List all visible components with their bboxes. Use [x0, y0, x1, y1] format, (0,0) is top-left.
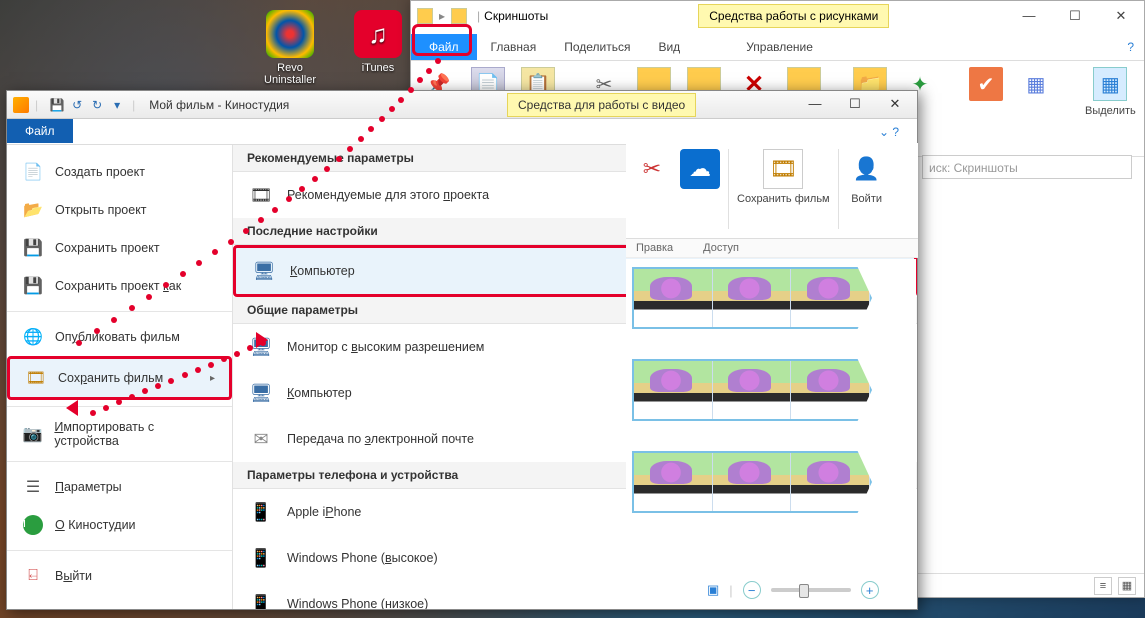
- timeline-clip[interactable]: [632, 451, 872, 513]
- tab-share[interactable]: Поделиться: [550, 34, 644, 60]
- tab-home[interactable]: Главная: [477, 34, 551, 60]
- menu-exit[interactable]: ⍇ Выйти: [7, 557, 232, 595]
- ribbon-label: Сохранить фильм: [737, 193, 830, 205]
- close-button[interactable]: ✕: [1098, 1, 1144, 31]
- maximize-button[interactable]: ☐: [1052, 1, 1098, 31]
- menu-options[interactable]: ☰ Параметры: [7, 468, 232, 506]
- globe-icon: 🌐: [21, 325, 45, 349]
- zoom-in-button[interactable]: +: [861, 581, 879, 599]
- explorer-title: Скриншоты: [484, 9, 548, 23]
- menu-save-project-as[interactable]: 💾 Сохранить проект как: [7, 267, 232, 305]
- help-icon[interactable]: ?: [1117, 34, 1144, 60]
- timeline-clip[interactable]: [632, 359, 872, 421]
- item-label: Рекомендуемые для этого проекта: [287, 188, 489, 202]
- item-label: Компьютер: [287, 386, 352, 400]
- document-icon: 📄: [21, 160, 45, 184]
- menu-label: Сохранить проект: [55, 241, 160, 255]
- ribbon-tools[interactable]: ✂: [632, 149, 672, 232]
- minimize-button[interactable]: —: [1006, 1, 1052, 31]
- menu-save-project[interactable]: 💾 Сохранить проект: [7, 229, 232, 267]
- window-title: Мой фильм - Киностудия: [149, 98, 289, 112]
- annotation-highlight-file-tab: [412, 24, 472, 56]
- monitor-hd-icon: 🖥: [247, 333, 275, 361]
- menu-label: Импортировать с устройства: [54, 420, 218, 448]
- tab-manage[interactable]: Управление: [732, 34, 827, 60]
- menu-open-project[interactable]: 📂 Открыть проект: [7, 191, 232, 229]
- close-button[interactable]: ✕: [877, 93, 913, 115]
- phone-icon: 📱: [247, 590, 275, 609]
- menu-label: Сохранить фильм: [58, 371, 163, 385]
- menu-publish-film[interactable]: 🌐 Опубликовать фильм: [7, 318, 232, 356]
- view-thumbs-icon[interactable]: ▦: [1118, 577, 1136, 595]
- desktop-icon-itunes[interactable]: ♫ iTunes: [348, 10, 408, 86]
- menu-new-project[interactable]: 📄 Создать проект: [7, 153, 232, 191]
- ribbon-save-film[interactable]: 🎞Сохранить фильм: [737, 149, 830, 232]
- phone-icon: 📱: [247, 498, 275, 526]
- fit-icon[interactable]: ▣: [707, 582, 719, 598]
- menu-about[interactable]: i О Киностудии: [7, 506, 232, 544]
- explorer-context-tab[interactable]: Средства работы с рисунками: [698, 4, 889, 28]
- monitor-icon: 🖥: [250, 257, 278, 285]
- zoom-slider[interactable]: [771, 588, 851, 592]
- ribbon-label: Войти: [851, 193, 882, 205]
- qa-more-icon[interactable]: ▾: [108, 96, 126, 114]
- item-label: Windows Phone (низкое): [287, 597, 428, 609]
- mail-icon: ✉: [247, 425, 275, 453]
- item-label: Windows Phone (высокое): [287, 551, 438, 565]
- list-icon: ☰: [21, 475, 45, 499]
- ribbon-signin[interactable]: 👤Войти: [847, 149, 887, 232]
- menu-label: Выйти: [55, 569, 92, 583]
- mm-tab-file[interactable]: Файл: [7, 119, 73, 143]
- chevron-right-icon: ▸: [210, 373, 215, 384]
- qa-undo-icon[interactable]: ↺: [68, 96, 86, 114]
- ribbon-onedrive[interactable]: ☁: [680, 149, 720, 232]
- info-icon: i: [21, 513, 45, 537]
- app-logo-icon: [13, 97, 29, 113]
- minimize-button[interactable]: —: [797, 93, 833, 115]
- menu-label: Сохранить проект как: [55, 279, 181, 293]
- camera-icon: 📷: [21, 422, 44, 446]
- menu-label: О Киностудии: [55, 518, 136, 532]
- folder-icon: [417, 8, 433, 24]
- moviemaker-window: | 💾 ↺ ↻ ▾ | Мой фильм - Киностудия Средс…: [6, 90, 918, 610]
- search-input[interactable]: иск: Скриншоты: [922, 155, 1132, 179]
- item-label: Монитор с высоким разрешением: [287, 340, 484, 354]
- menu-label: Опубликовать фильм: [55, 330, 180, 344]
- film-icon: 🎞: [247, 181, 275, 209]
- save-icon: 💾: [21, 236, 45, 260]
- item-label: Передача по электронной почте: [287, 432, 474, 446]
- desktop-icon-label: Revo Uninstaller: [264, 62, 316, 86]
- qa-save-icon[interactable]: 💾: [48, 96, 66, 114]
- view-details-icon[interactable]: ≡: [1094, 577, 1112, 595]
- desktop-icon-label: iTunes: [362, 62, 395, 74]
- timeline-clip[interactable]: [632, 267, 872, 329]
- ribbon-properties[interactable]: ✔: [969, 67, 1003, 105]
- section-edit-label: Правка: [636, 242, 673, 254]
- zoom-out-button[interactable]: −: [743, 581, 761, 599]
- item-label: Apple iPhone: [287, 505, 361, 519]
- maximize-button[interactable]: ☐: [837, 93, 873, 115]
- item-label: Компьютер: [290, 264, 355, 278]
- menu-save-film[interactable]: 🎞 Сохранить фильм ▸: [7, 356, 232, 400]
- menu-label: Создать проект: [55, 165, 145, 179]
- folder-open-icon: 📂: [21, 198, 45, 222]
- folder-icon: [451, 8, 467, 24]
- save-as-icon: 💾: [21, 274, 45, 298]
- film-icon: 🎞: [24, 366, 48, 390]
- desktop-icon-revo[interactable]: Revo Uninstaller: [260, 10, 320, 86]
- exit-icon: ⍇: [21, 564, 45, 588]
- ribbon-open[interactable]: ▦: [1019, 67, 1053, 105]
- menu-import-device[interactable]: 📷 Импортировать с устройства: [7, 413, 232, 455]
- menu-label: Открыть проект: [55, 203, 147, 217]
- qa-redo-icon[interactable]: ↻: [88, 96, 106, 114]
- ribbon-select[interactable]: ▦Выделить: [1085, 67, 1136, 117]
- phone-icon: 📱: [247, 544, 275, 572]
- menu-label: Параметры: [55, 480, 122, 494]
- mm-context-tab[interactable]: Средства для работы с видео: [507, 93, 696, 117]
- section-access-label: Доступ: [703, 242, 739, 254]
- monitor-icon: 🖥: [247, 379, 275, 407]
- tab-view[interactable]: Вид: [644, 34, 694, 60]
- ribbon-select-label: Выделить: [1085, 105, 1136, 117]
- mm-help-icon[interactable]: ⌄ ?: [879, 125, 899, 139]
